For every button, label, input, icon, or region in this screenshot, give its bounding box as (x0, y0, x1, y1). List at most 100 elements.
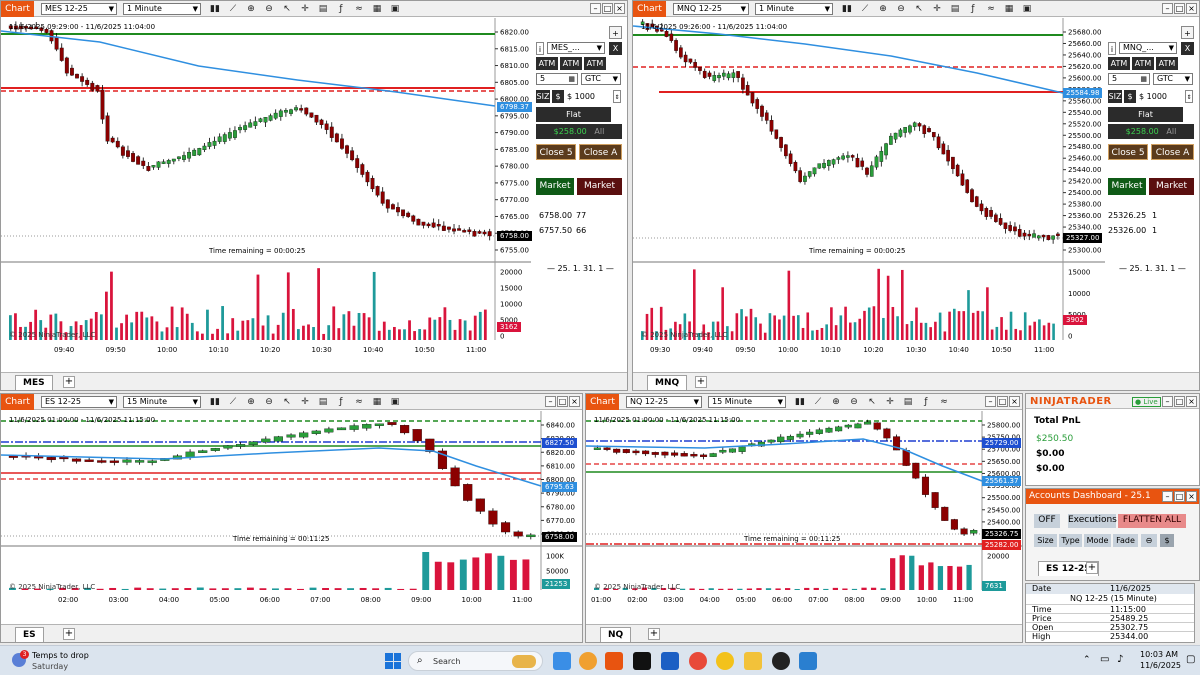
app-icon[interactable] (661, 652, 679, 670)
photos-icon[interactable] (799, 652, 817, 670)
add-button[interactable]: + (609, 26, 622, 39)
quantity-field[interactable]: 5 ▦ (1108, 73, 1150, 85)
atm-button-1[interactable]: ATM (1108, 57, 1130, 70)
close-all-button[interactable]: Close A (579, 144, 622, 160)
tif-selector[interactable]: GTC ▼ (581, 73, 621, 85)
close-panel-button[interactable]: X (609, 42, 622, 55)
info-icon[interactable]: i (536, 42, 544, 55)
minimize-icon[interactable]: – (1162, 491, 1173, 502)
properties-icon[interactable]: ▦ (371, 396, 383, 408)
crosshair-icon[interactable]: ✛ (299, 3, 311, 15)
column-size[interactable]: Size (1034, 534, 1057, 547)
pointer-icon[interactable]: ↖ (913, 3, 925, 15)
zoom-in-icon[interactable]: ⊕ (877, 3, 889, 15)
draw-tool-icon[interactable]: ⟋ (812, 396, 824, 408)
column-mode[interactable]: Mode (1084, 534, 1111, 547)
tab-es[interactable]: ES (15, 627, 44, 642)
flatten-all-button[interactable]: FLATTEN ALL (1118, 514, 1186, 528)
add-tab-button[interactable]: + (63, 376, 75, 388)
pointer-icon[interactable]: ↖ (866, 396, 878, 408)
account-selector[interactable]: MES_... ▼ (547, 42, 605, 54)
notification-icon[interactable]: ▢ (1186, 654, 1195, 665)
dollar-button[interactable]: $ (552, 90, 564, 103)
properties-icon[interactable]: ▦ (371, 3, 383, 15)
close-icon[interactable]: × (1186, 396, 1197, 407)
tradingview-icon[interactable] (633, 652, 651, 670)
strategy-icon[interactable]: ≈ (938, 396, 950, 408)
instrument-selector[interactable]: MNQ 12-25 ▼ (673, 3, 749, 15)
minimize-icon[interactable]: – (545, 396, 556, 407)
maximize-icon[interactable]: □ (1174, 491, 1185, 502)
draw-tool-icon[interactable]: ⟋ (227, 396, 239, 408)
buy-market-button[interactable]: Market (536, 178, 574, 195)
start-icon[interactable] (385, 653, 401, 669)
add-button[interactable]: + (1181, 26, 1194, 39)
interval-selector[interactable]: 1 Minute ▼ (755, 3, 833, 15)
close-icon[interactable]: × (614, 3, 625, 14)
weather-widget[interactable]: 3 Temps to drop Saturday (10, 649, 120, 673)
bar-type-icon[interactable]: ▮▮ (209, 396, 221, 408)
quantity-field[interactable]: 5 ▦ (536, 73, 578, 85)
minimize-icon[interactable]: – (985, 396, 996, 407)
atm-button-2[interactable]: ATM (560, 57, 582, 70)
tab-mes[interactable]: MES (15, 375, 53, 390)
widgets-icon[interactable] (553, 652, 571, 670)
maximize-icon[interactable]: □ (557, 396, 568, 407)
dollar-icon[interactable]: $ (1160, 534, 1174, 547)
close-icon[interactable]: × (1009, 396, 1020, 407)
indicator-icon[interactable]: ƒ (967, 3, 979, 15)
chrome-profile-icon[interactable] (716, 652, 734, 670)
price-chart[interactable]: 6840.006830.006820.006810.006800.006790.… (1, 411, 582, 624)
bar-type-icon[interactable]: ▮▮ (794, 396, 806, 408)
instrument-selector[interactable]: MES 12-25 ▼ (41, 3, 117, 15)
executions-button[interactable]: Executions (1068, 514, 1117, 528)
price-chart[interactable]: 6820.006815.006810.006805.006800.006795.… (1, 18, 531, 372)
sell-market-button[interactable]: Market (577, 178, 622, 195)
atm-button-3[interactable]: ATM (584, 57, 606, 70)
properties-icon[interactable]: ▦ (1003, 3, 1015, 15)
close-position-button[interactable]: Close 5 (1108, 144, 1148, 160)
chart-trader-icon[interactable]: ▣ (1021, 3, 1033, 15)
strategy-icon[interactable]: ≈ (985, 3, 997, 15)
draw-tool-icon[interactable]: ⟋ (227, 3, 239, 15)
amount-stepper[interactable]: ⇕ (1185, 90, 1193, 103)
price-chart[interactable]: 25680.00 25660.00 25640.00 25620.00 25600.00… (633, 18, 1105, 372)
tray-chevron-icon[interactable]: ⌃ (1083, 655, 1091, 665)
chart-label[interactable]: Chart (1, 394, 34, 410)
chrome-icon[interactable] (689, 652, 707, 670)
zoom-in-icon[interactable]: ⊕ (830, 396, 842, 408)
zoom-out-icon[interactable]: ⊖ (263, 396, 275, 408)
ninjatrader-app-icon[interactable] (605, 652, 623, 670)
pointer-icon[interactable]: ↖ (281, 3, 293, 15)
atm-button-1[interactable]: ATM (536, 57, 558, 70)
indicator-icon[interactable]: ƒ (920, 396, 932, 408)
tif-selector[interactable]: GTC ▼ (1153, 73, 1193, 85)
settings-icon[interactable]: ⊖ (1141, 534, 1157, 547)
volume-icon[interactable]: ♪ (1117, 654, 1123, 665)
column-type[interactable]: Type (1059, 534, 1082, 547)
chart-trader-icon[interactable]: ▣ (389, 396, 401, 408)
chart-trader-icon[interactable]: ▣ (389, 3, 401, 15)
strategy-icon[interactable]: ≈ (353, 396, 365, 408)
crosshair-icon[interactable]: ✛ (931, 3, 943, 15)
clock-time[interactable]: 10:03 AM (1140, 650, 1178, 659)
data-box-icon[interactable]: ▤ (902, 396, 914, 408)
indicator-icon[interactable]: ƒ (335, 3, 347, 15)
data-box-icon[interactable]: ▤ (949, 3, 961, 15)
search-box[interactable]: ⌕ Search (408, 651, 543, 671)
interval-selector[interactable]: 1 Minute ▼ (123, 3, 201, 15)
size-button[interactable]: SIZ (536, 90, 550, 103)
media-icon[interactable] (772, 652, 790, 670)
indicator-icon[interactable]: ƒ (335, 396, 347, 408)
off-toggle[interactable]: OFF (1034, 514, 1060, 528)
data-box-icon[interactable]: ▤ (317, 396, 329, 408)
file-explorer-icon[interactable] (744, 652, 762, 670)
bar-type-icon[interactable]: ▮▮ (841, 3, 853, 15)
interval-selector[interactable]: 15 Minute ▼ (708, 396, 786, 408)
maximize-icon[interactable]: □ (1174, 3, 1185, 14)
atm-button-3[interactable]: ATM (1156, 57, 1178, 70)
instrument-selector[interactable]: NQ 12-25 ▼ (626, 396, 702, 408)
draw-tool-icon[interactable]: ⟋ (859, 3, 871, 15)
size-button[interactable]: SIZ (1108, 90, 1122, 103)
zoom-in-icon[interactable]: ⊕ (245, 3, 257, 15)
